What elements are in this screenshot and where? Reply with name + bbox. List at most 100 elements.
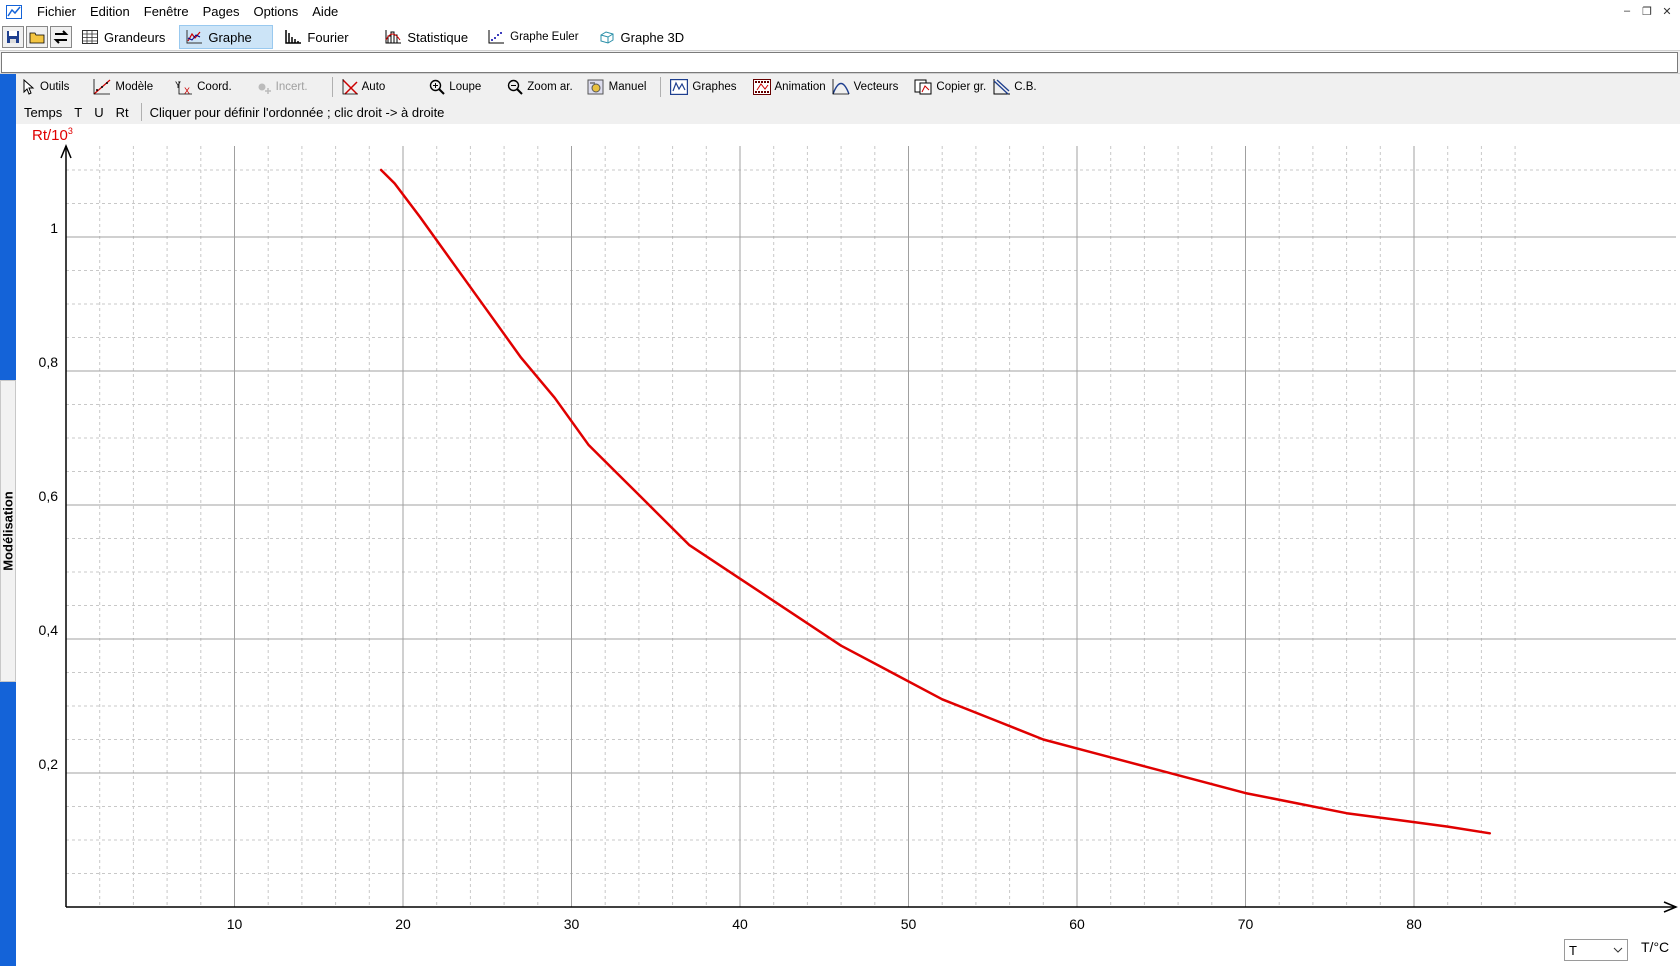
data-point <box>1489 832 1491 835</box>
histogram-icon <box>385 30 402 44</box>
vectors-icon <box>831 79 850 95</box>
tab-label: Fourier <box>307 29 349 45</box>
window-controls: ‒ ❐ ✕ <box>1618 2 1676 20</box>
graphs-config-icon <box>670 79 689 95</box>
data-point <box>1396 819 1398 821</box>
table-icon <box>82 30 98 44</box>
menu-edition[interactable]: Edition <box>83 0 137 24</box>
plot-svg[interactable]: 10 20 30 40 50 60 70 80 0,2 0,4 0,6 0,8 1 <box>16 124 1680 966</box>
zoom-arriere-button[interactable]: Zoom ar. <box>501 75 578 99</box>
tab-graphe-euler[interactable]: Graphe Euler <box>482 25 586 49</box>
toolbar-separator <box>331 77 333 97</box>
menu-fenetre[interactable]: Fenêtre <box>137 0 196 24</box>
cb-button[interactable]: C.B. <box>992 75 1042 99</box>
data-point <box>1446 825 1449 828</box>
data-point <box>1244 792 1247 794</box>
x-tick-label: 40 <box>732 916 748 932</box>
data-point <box>1345 812 1348 814</box>
close-icon[interactable]: ✕ <box>1658 2 1676 20</box>
data-point <box>739 577 741 580</box>
tab-graphe[interactable]: Graphe <box>179 25 274 49</box>
y-axis-label-main: Rt/10 <box>32 127 68 144</box>
vecteurs-button[interactable]: Vecteurs <box>831 75 905 99</box>
data-point <box>941 698 943 701</box>
vecteurs-label: Vecteurs <box>853 81 899 93</box>
menu-fichier[interactable]: Fichier <box>30 0 83 24</box>
modelisation-label: Modélisation <box>0 491 16 571</box>
minimize-icon[interactable]: ‒ <box>1618 2 1636 20</box>
x-tick-label: 80 <box>1406 916 1422 932</box>
y-axis-label: Rt/103 <box>32 126 73 144</box>
data-point <box>520 356 522 359</box>
svg-text:Y: Y <box>175 80 181 90</box>
x-variable-select[interactable]: T <box>1564 939 1628 961</box>
coord-button[interactable]: YX Coord. <box>169 75 238 99</box>
x-tick-label: 50 <box>901 916 917 932</box>
data-point <box>890 671 893 674</box>
modele-label: Modèle <box>115 81 154 93</box>
variables-hint-bar: Temps T U Rt Cliquer pour définir l'ordo… <box>16 100 1680 124</box>
var-u[interactable]: U <box>88 105 109 120</box>
outils-button[interactable]: Outils <box>16 75 75 99</box>
tab-graphe-3d[interactable]: Graphe 3D <box>593 25 693 49</box>
modele-button[interactable]: Modèle <box>87 75 159 99</box>
auto-scale-icon <box>342 79 358 95</box>
animation-label: Animation <box>774 81 826 93</box>
menu-pages[interactable]: Pages <box>196 0 247 24</box>
tab-statistique[interactable]: Statistique <box>379 25 476 49</box>
cursor-arrow-icon <box>23 79 35 95</box>
animation-button[interactable]: Animation <box>747 75 832 99</box>
command-input[interactable] <box>1 52 1678 73</box>
data-curve-rt <box>379 168 1492 835</box>
y-tick-label: 0,2 <box>39 756 59 772</box>
menu-options[interactable]: Options <box>246 0 305 24</box>
data-point <box>789 611 792 613</box>
page-tabs-bar: Grandeurs Graphe Fourier Statistique Gra… <box>0 24 1680 50</box>
var-t[interactable]: T <box>68 105 88 120</box>
tab-grandeurs[interactable]: Grandeurs <box>76 25 173 49</box>
tab-label: Graphe <box>208 29 252 45</box>
x-tick-label: 20 <box>395 916 411 932</box>
data-point <box>419 216 421 218</box>
y-tick-label: 0,6 <box>39 488 59 504</box>
data-point <box>1042 738 1045 741</box>
copier-graphe-label: Copier gr. <box>936 81 987 93</box>
graphes-label: Graphes <box>692 81 737 93</box>
data-point <box>380 169 382 171</box>
modelisation-side-tab[interactable]: Modélisation <box>0 380 16 682</box>
data-point <box>486 309 489 312</box>
x-tick-label: 10 <box>227 916 243 932</box>
outils-label: Outils <box>40 81 70 93</box>
incert-button[interactable]: Incert. <box>250 75 314 99</box>
magnifier-plus-icon <box>430 79 446 95</box>
x-tick-label: 30 <box>564 916 580 932</box>
data-point <box>655 510 657 513</box>
cube-icon <box>600 31 614 44</box>
data-point <box>553 397 556 399</box>
var-temps[interactable]: Temps <box>16 105 68 120</box>
graphes-button[interactable]: Graphes <box>664 75 742 99</box>
data-point <box>688 544 691 546</box>
y-tick-label: 1 <box>50 220 58 236</box>
graph-area[interactable]: 10 20 30 40 50 60 70 80 0,2 0,4 0,6 0,8 1 <box>16 124 1680 966</box>
loupe-button[interactable]: Loupe <box>423 75 487 99</box>
swap-button[interactable] <box>50 26 72 48</box>
tab-fourier[interactable]: Fourier <box>279 25 373 49</box>
data-point <box>1295 802 1297 804</box>
cb-label: C.B. <box>1014 81 1037 93</box>
restore-icon[interactable]: ❐ <box>1638 2 1656 20</box>
open-button[interactable] <box>26 26 48 48</box>
copy-graph-icon <box>914 79 932 95</box>
save-button[interactable] <box>2 26 24 48</box>
chevron-down-icon <box>1613 947 1623 953</box>
var-rt[interactable]: Rt <box>110 105 135 120</box>
data-point <box>1093 752 1095 754</box>
manuel-button[interactable]: Manuel <box>581 75 653 99</box>
graph-icon <box>186 30 203 44</box>
copier-graphe-button[interactable]: Copier gr. <box>908 75 992 99</box>
graph-toolbar: Outils Modèle YX Coord. Incert. Auto Lou… <box>16 74 1680 100</box>
menu-aide[interactable]: Aide <box>305 0 345 24</box>
auto-button[interactable]: Auto <box>336 75 392 99</box>
coordinates-icon: YX <box>175 80 193 95</box>
toolbar-separator <box>660 77 662 97</box>
